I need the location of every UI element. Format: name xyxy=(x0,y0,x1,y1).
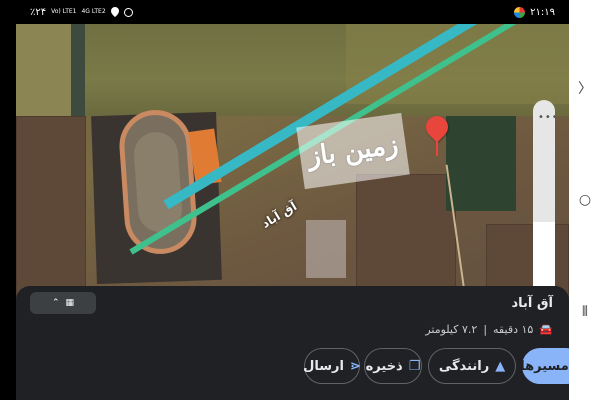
network-2: 4G LTE2 xyxy=(81,8,106,15)
save-label: ذخیره xyxy=(365,358,403,374)
chevron-up-icon: ⌃ xyxy=(51,298,60,308)
route-summary: 🚘 ۱۵ دقیقه | ۷.۲ کیلومتر xyxy=(425,323,553,336)
status-left: ٪۲۴ Vo) LTE1 4G LTE2 xyxy=(30,7,133,18)
status-bar: ٪۲۴ Vo) LTE1 4G LTE2 ۲۱:۱۹ xyxy=(16,0,569,24)
green-field xyxy=(446,116,516,211)
drive-label: رانندگی xyxy=(438,358,490,374)
directions-label: مسیرها xyxy=(520,358,569,374)
collapse-button[interactable]: ⌃ ▦ xyxy=(30,292,96,314)
recents-icon[interactable]: ⦀ xyxy=(577,304,593,320)
home-icon[interactable]: ○ xyxy=(577,192,593,208)
farm-plot-south xyxy=(356,174,456,304)
back-icon[interactable]: 〉 xyxy=(577,78,593,98)
route-distance: ۷.۲ کیلومتر xyxy=(425,323,478,336)
bookmark-icon: ❐ xyxy=(408,358,421,374)
canal xyxy=(71,24,85,116)
farm-plot-west xyxy=(16,116,86,306)
car-icon: 🚘 xyxy=(539,323,553,336)
battery-text: ٪۲۴ xyxy=(30,6,47,18)
share-button[interactable]: ⋖ ارسال xyxy=(303,348,361,384)
grid-icon: ▦ xyxy=(65,298,75,308)
drive-button[interactable]: ▲ رانندگی xyxy=(428,348,516,384)
track-infield xyxy=(132,130,184,234)
route-duration: ۱۵ دقیقه xyxy=(493,323,534,336)
alarm-dot-icon xyxy=(123,7,133,17)
system-nav-bar: 〉 ○ ⦀ xyxy=(569,0,600,400)
village-buildings xyxy=(306,220,346,278)
clock: ۲۱:۱۹ xyxy=(530,6,555,18)
place-title: آق آباد xyxy=(511,296,554,311)
app-icon xyxy=(514,6,526,18)
farm-field-northwest xyxy=(16,24,76,116)
location-icon xyxy=(110,7,119,17)
map-place-label[interactable]: آق آباد xyxy=(259,199,299,231)
action-buttons: ↱ مسیرها ▲ رانندگی ❐ ذخیره ⋖ ارسال xyxy=(303,348,586,384)
navigation-arrow-icon: ▲ xyxy=(495,358,506,374)
drag-handle-icon[interactable]: ••• xyxy=(538,112,555,123)
place-bottom-sheet[interactable]: ⌃ ▦ آق آباد 🚘 ۱۵ دقیقه | ۷.۲ کیلومتر ↱ م… xyxy=(16,286,586,400)
location-pin-stem xyxy=(436,138,438,156)
save-button[interactable]: ❐ ذخیره xyxy=(364,348,422,384)
meta-separator: | xyxy=(483,323,488,336)
share-icon: ⋖ xyxy=(349,358,361,374)
share-label: ارسال xyxy=(303,358,344,374)
network-1: Vo) LTE1 xyxy=(51,8,77,15)
farm-field-northeast xyxy=(346,24,569,104)
status-right: ۲۱:۱۹ xyxy=(514,6,555,18)
